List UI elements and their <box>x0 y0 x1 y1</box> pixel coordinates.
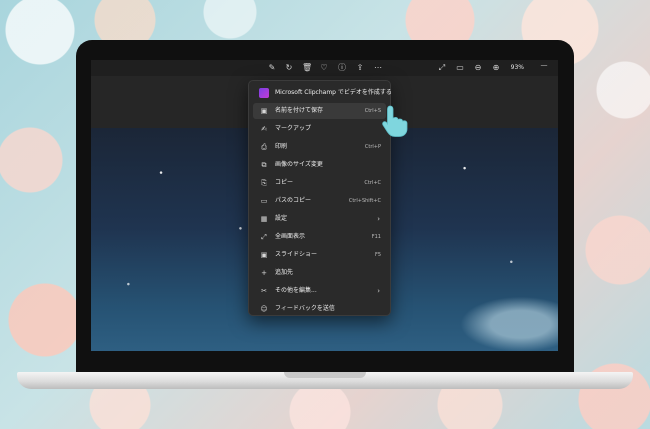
menu-item-label: 全画面表示 <box>275 233 306 240</box>
copy-icon: ⎘ <box>261 179 267 187</box>
save-as-icon: ▣ <box>260 107 268 115</box>
fullscreen-icon: ⤢ <box>261 233 267 241</box>
favorite-icon[interactable]: ♡ <box>319 63 329 73</box>
rotate-icon[interactable]: ↻ <box>284 63 294 73</box>
photos-toolbar: ✎ ↻ 🗑 ♡ ⓘ ⇪ ⋯ ⤢ ▭ ⊖ ⊕ 93% — <box>91 60 558 76</box>
menu-item-slideshow[interactable]: ▣ スライドショー F5 <box>253 247 386 263</box>
slideshow-icon[interactable]: ▭ <box>455 63 465 73</box>
menu-item-resize[interactable]: ⧉ 画像のサイズ変更 <box>253 157 386 173</box>
close-icon[interactable]: — <box>540 61 548 69</box>
menu-item-shortcut: F5 <box>374 252 381 258</box>
menu-item-markup[interactable]: ✍ マークアップ <box>253 121 386 137</box>
menu-item-label: Microsoft Clipchamp でビデオを作成する <box>275 89 392 96</box>
edit-more-icon: ✂ <box>261 287 267 295</box>
menu-item-shortcut: Ctrl+P <box>364 144 381 150</box>
menu-item-fullscreen[interactable]: ⤢ 全画面表示 F11 <box>253 229 386 245</box>
laptop-notch <box>284 372 366 378</box>
menu-item-label: スライドショー <box>275 251 318 258</box>
delete-icon[interactable]: 🗑 <box>302 63 312 73</box>
print-icon: ⎙ <box>261 143 267 151</box>
zoom-out-icon[interactable]: ⊖ <box>473 63 483 73</box>
pointer-hand-icon <box>382 105 408 137</box>
resize-icon: ⧉ <box>261 161 267 169</box>
info-icon[interactable]: ⓘ <box>337 63 347 73</box>
menu-item-label: 名前を付けて保存 <box>275 107 324 114</box>
menu-item-shortcut: Ctrl+Shift+C <box>348 198 381 204</box>
more-icon[interactable]: ⋯ <box>373 63 383 73</box>
menu-item-feedback[interactable]: ☺ フィードバックを送信 <box>253 301 386 317</box>
menu-item-label: パスのコピー <box>275 197 312 204</box>
chevron-right-icon: › <box>377 287 380 295</box>
menu-item-label: 設定 <box>275 215 288 222</box>
settings-icon: ▦ <box>260 215 268 223</box>
menu-item-clipchamp[interactable]: Microsoft Clipchamp でビデオを作成する <box>253 85 392 101</box>
add-icon: + <box>261 269 267 277</box>
slideshow-icon: ▣ <box>260 251 268 259</box>
menu-item-settings[interactable]: ▦ 設定 › <box>253 211 386 227</box>
menu-item-add-to[interactable]: + 追加先 <box>253 265 386 281</box>
menu-item-print[interactable]: ⎙ 印刷 Ctrl+P <box>253 139 386 155</box>
menu-item-save-as[interactable]: ▣ 名前を付けて保存 Ctrl+S <box>253 103 386 119</box>
menu-item-label: 追加先 <box>275 269 294 276</box>
zoom-in-icon[interactable]: ⊕ <box>491 63 501 73</box>
menu-item-label: コピー <box>275 179 294 186</box>
menu-item-label: マークアップ <box>275 125 312 132</box>
menu-item-copy[interactable]: ⎘ コピー Ctrl+C <box>253 175 386 191</box>
menu-item-label: その他を編集... <box>275 287 317 294</box>
clipchamp-icon <box>259 88 269 98</box>
menu-item-label: 画像のサイズ変更 <box>275 161 323 168</box>
more-options-menu: Microsoft Clipchamp でビデオを作成する ▣ 名前を付けて保存… <box>248 80 392 317</box>
feedback-icon: ☺ <box>260 305 268 313</box>
chevron-right-icon: › <box>377 215 380 223</box>
menu-item-shortcut: Ctrl+C <box>364 180 381 186</box>
fullscreen-icon[interactable]: ⤢ <box>437 63 447 73</box>
markup-icon: ✍ <box>261 125 267 133</box>
menu-item-label: フィードバックを送信 <box>275 305 335 312</box>
zoom-level[interactable]: 93% <box>511 63 524 73</box>
copy-path-icon: ▭ <box>260 197 268 205</box>
menu-item-edit-more[interactable]: ✂ その他を編集... › <box>253 283 386 299</box>
menu-item-copy-path[interactable]: ▭ パスのコピー Ctrl+Shift+C <box>253 193 386 209</box>
share-icon[interactable]: ⇪ <box>355 63 365 73</box>
edit-icon[interactable]: ✎ <box>267 63 277 73</box>
menu-item-label: 印刷 <box>275 143 288 150</box>
menu-item-shortcut: F11 <box>371 234 381 240</box>
